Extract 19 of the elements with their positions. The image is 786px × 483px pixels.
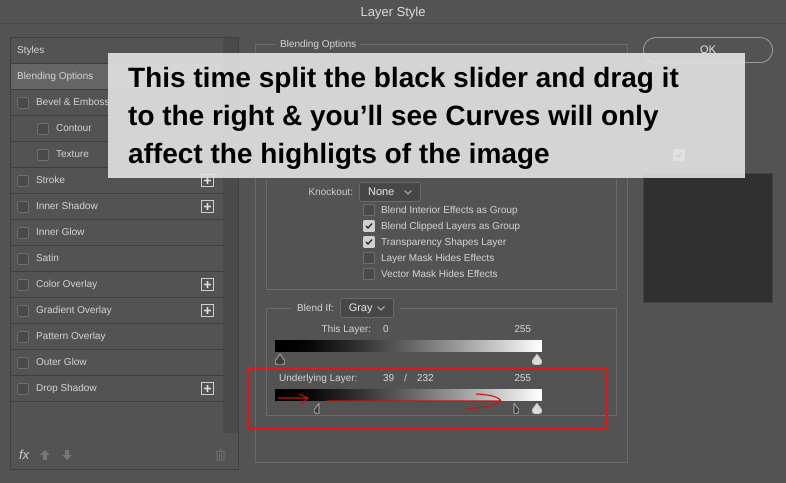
panel-header: Styles [17, 44, 44, 58]
field-label: Blend If: [297, 302, 334, 316]
slider-reading: 0 [383, 322, 389, 336]
slider-reading: 39 [383, 372, 394, 386]
option-label: Layer Mask Hides Effects [381, 252, 494, 266]
slider-label: This Layer: [320, 322, 372, 336]
group-title: Blending Options [279, 38, 358, 52]
slider-reading: / [404, 372, 407, 386]
window-title: Layer Style [360, 2, 426, 21]
option-label: Blend Interior Effects as Group [381, 204, 518, 218]
slider-reading: 255 [514, 322, 531, 336]
slider-reading: 232 [416, 372, 434, 386]
slider-label: Underlying Layer: [278, 372, 358, 386]
slider-reading: 255 [514, 372, 531, 386]
field-label: Knockout: [308, 186, 354, 200]
option-label: Transparency Shapes Layer [381, 236, 506, 250]
caption-text: This time split the black slider and drag it to the right & you’ll see Curves will only affect the highligts of the image [128, 60, 680, 171]
option-label: Blend Clipped Layers as Group [381, 220, 520, 234]
option-label: Vector Mask Hides Effects [381, 268, 498, 282]
